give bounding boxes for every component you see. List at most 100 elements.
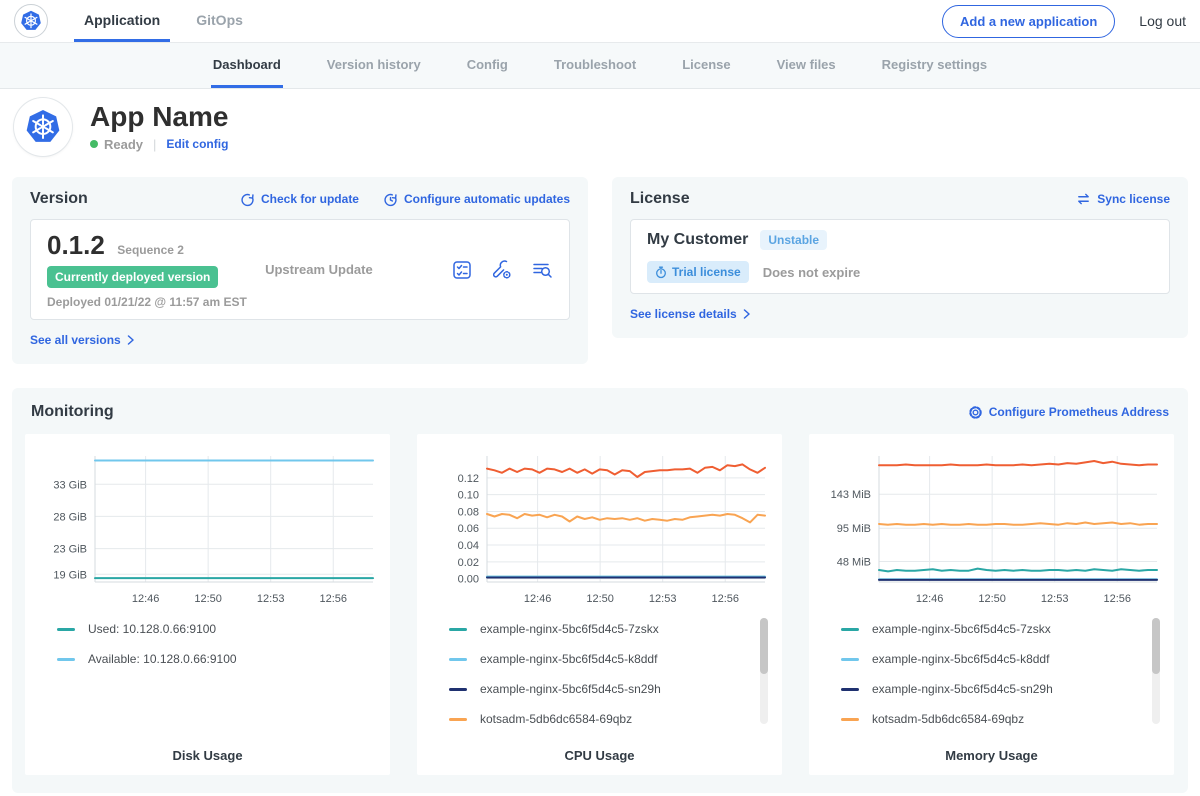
cpu-usage-chart: 12:4612:5012:5312:560.000.020.040.060.08… bbox=[427, 446, 772, 610]
legend-item: kotsadm-5db6dc6584-69qbz bbox=[841, 712, 1140, 726]
legend-scrollbar[interactable] bbox=[760, 618, 768, 724]
top-nav: Application GitOps Add a new application… bbox=[0, 0, 1200, 43]
legend-item: Used: 10.128.0.66:9100 bbox=[57, 622, 356, 636]
legend-label: Used: 10.128.0.66:9100 bbox=[88, 622, 216, 636]
license-card: License Sync license My Customer Unstabl… bbox=[612, 177, 1188, 338]
license-details-box: My Customer Unstable Trial license Does … bbox=[630, 219, 1170, 294]
see-license-details-link[interactable]: See license details bbox=[630, 307, 751, 321]
see-all-versions-link[interactable]: See all versions bbox=[30, 333, 135, 347]
chevron-right-icon bbox=[127, 335, 135, 345]
cpu-usage-legend: example-nginx-5bc6f5d4c5-7zskxexample-ng… bbox=[427, 610, 772, 744]
svg-text:12:50: 12:50 bbox=[978, 593, 1006, 605]
svg-text:0.02: 0.02 bbox=[458, 557, 479, 569]
legend-color-dash bbox=[841, 688, 859, 691]
svg-text:12:46: 12:46 bbox=[132, 593, 160, 605]
tab-troubleshoot[interactable]: Troubleshoot bbox=[552, 43, 638, 88]
legend-color-dash bbox=[449, 658, 467, 661]
nav-tab-application[interactable]: Application bbox=[74, 0, 170, 42]
svg-text:95 MiB: 95 MiB bbox=[837, 523, 871, 535]
disk-usage-chart-card: 12:4612:5012:5312:5619 GiB23 GiB28 GiB33… bbox=[25, 434, 390, 775]
svg-text:19 GiB: 19 GiB bbox=[53, 569, 87, 581]
svg-text:23 GiB: 23 GiB bbox=[53, 544, 87, 556]
legend-color-dash bbox=[449, 628, 467, 631]
legend-item: example-nginx-5bc6f5d4c5-sn29h bbox=[841, 682, 1140, 696]
dashboard-main: Version Check for update bbox=[0, 177, 1200, 793]
app-logo bbox=[14, 98, 72, 156]
legend-label: example-nginx-5bc6f5d4c5-sn29h bbox=[872, 682, 1053, 696]
kubernetes-logo-icon bbox=[19, 9, 43, 33]
logout-button[interactable]: Log out bbox=[1139, 13, 1186, 29]
legend-item: example-nginx-5bc6f5d4c5-7zskx bbox=[841, 622, 1140, 636]
legend-item: example-nginx-5bc6f5d4c5-sn29h bbox=[449, 682, 748, 696]
topnav-spacer bbox=[269, 0, 942, 42]
legend-item: Available: 10.128.0.66:9100 bbox=[57, 652, 356, 666]
kubernetes-logo[interactable] bbox=[14, 4, 48, 38]
tab-version-history-label: Version history bbox=[327, 57, 421, 72]
nav-tab-gitops[interactable]: GitOps bbox=[186, 0, 253, 42]
currently-deployed-badge: Currently deployed version bbox=[47, 266, 218, 288]
edit-config-link[interactable]: Edit config bbox=[166, 137, 228, 151]
svg-text:0.06: 0.06 bbox=[458, 523, 479, 535]
see-license-details-label: See license details bbox=[630, 307, 737, 321]
tab-dashboard[interactable]: Dashboard bbox=[211, 43, 283, 88]
configure-prometheus-label: Configure Prometheus Address bbox=[989, 405, 1169, 419]
svg-text:12:56: 12:56 bbox=[711, 593, 739, 605]
svg-text:48 MiB: 48 MiB bbox=[837, 556, 871, 568]
svg-text:12:53: 12:53 bbox=[649, 593, 677, 605]
version-card-title: Version bbox=[30, 190, 88, 208]
deployed-timestamp: Deployed 01/21/22 @ 11:57 am EST bbox=[47, 295, 247, 309]
sync-license-link[interactable]: Sync license bbox=[1076, 192, 1170, 206]
configure-automatic-updates-link[interactable]: Configure automatic updates bbox=[383, 192, 570, 207]
disk-usage-chart: 12:4612:5012:5312:5619 GiB23 GiB28 GiB33… bbox=[35, 446, 380, 610]
tab-version-history[interactable]: Version history bbox=[325, 43, 423, 88]
scrollbar-thumb[interactable] bbox=[760, 618, 768, 674]
tab-view-files[interactable]: View files bbox=[775, 43, 838, 88]
refresh-icon bbox=[240, 192, 255, 207]
tab-license[interactable]: License bbox=[680, 43, 732, 88]
cpu-usage-title: CPU Usage bbox=[427, 744, 772, 765]
license-expiry: Does not expire bbox=[763, 265, 861, 280]
preflight-checks-icon[interactable] bbox=[451, 259, 473, 281]
version-source: Upstream Update bbox=[265, 262, 373, 277]
legend-color-dash bbox=[449, 718, 467, 721]
kubernetes-app-icon bbox=[23, 107, 63, 147]
legend-color-dash bbox=[449, 688, 467, 691]
add-application-button[interactable]: Add a new application bbox=[942, 5, 1115, 38]
status-text: Ready bbox=[104, 137, 143, 152]
divider: | bbox=[153, 137, 156, 152]
see-all-versions-label: See all versions bbox=[30, 333, 121, 347]
edit-config-wrench-icon[interactable] bbox=[491, 259, 513, 281]
tab-view-files-label: View files bbox=[777, 57, 836, 72]
svg-text:12:46: 12:46 bbox=[524, 593, 552, 605]
current-version-box: 0.1.2 Sequence 2 Currently deployed vers… bbox=[30, 219, 570, 320]
legend-item: example-nginx-5bc6f5d4c5-k8ddf bbox=[449, 652, 748, 666]
svg-text:28 GiB: 28 GiB bbox=[53, 511, 87, 523]
app-status-row: Ready | Edit config bbox=[90, 137, 228, 152]
svg-text:0.12: 0.12 bbox=[458, 473, 479, 485]
tab-registry-settings[interactable]: Registry settings bbox=[880, 43, 989, 88]
customer-name: My Customer bbox=[647, 231, 748, 249]
tab-config-label: Config bbox=[467, 57, 508, 72]
app-header: App Name Ready | Edit config bbox=[0, 89, 1200, 165]
chevron-right-icon bbox=[743, 309, 751, 319]
legend-label: kotsadm-5db6dc6584-69qbz bbox=[872, 712, 1024, 726]
app-tab-bar: Dashboard Version history Config Trouble… bbox=[0, 43, 1200, 89]
check-for-update-link[interactable]: Check for update bbox=[240, 192, 359, 207]
legend-item: kotsadm-5db6dc6584-69qbz bbox=[449, 712, 748, 726]
scrollbar-thumb[interactable] bbox=[1152, 618, 1160, 674]
tab-config[interactable]: Config bbox=[465, 43, 510, 88]
deploy-logs-icon[interactable] bbox=[531, 259, 553, 281]
svg-text:12:53: 12:53 bbox=[257, 593, 285, 605]
legend-color-dash bbox=[841, 718, 859, 721]
tab-license-label: License bbox=[682, 57, 730, 72]
trial-license-label: Trial license bbox=[672, 265, 741, 279]
memory-usage-title: Memory Usage bbox=[819, 744, 1164, 765]
svg-text:12:53: 12:53 bbox=[1041, 593, 1069, 605]
legend-label: example-nginx-5bc6f5d4c5-sn29h bbox=[480, 682, 661, 696]
configure-prometheus-link[interactable]: Configure Prometheus Address bbox=[968, 405, 1169, 420]
legend-scrollbar[interactable] bbox=[1152, 618, 1160, 724]
sync-arrows-icon bbox=[1076, 192, 1091, 206]
legend-label: kotsadm-5db6dc6584-69qbz bbox=[480, 712, 632, 726]
tab-dashboard-label: Dashboard bbox=[213, 57, 281, 72]
svg-text:0.08: 0.08 bbox=[458, 506, 479, 518]
